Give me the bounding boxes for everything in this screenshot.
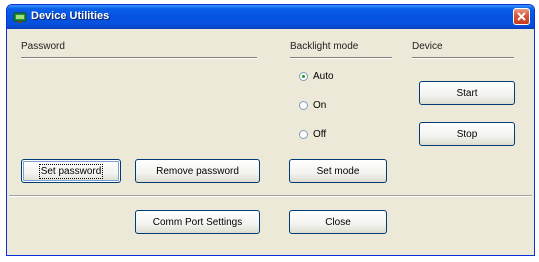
radio-auto-label: Auto: [313, 71, 334, 82]
close-button-label: Close: [325, 216, 351, 228]
app-icon: [13, 10, 27, 24]
window-title: Device Utilities: [31, 10, 110, 22]
footer-separator: [9, 195, 532, 197]
title-bar[interactable]: Device Utilities: [7, 5, 534, 29]
device-utilities-window: Device Utilities Password Backlight mode…: [6, 4, 535, 256]
radio-circle: [299, 130, 308, 139]
start-button[interactable]: Start: [419, 81, 515, 105]
stop-button[interactable]: Stop: [419, 122, 515, 146]
close-button[interactable]: Close: [289, 210, 387, 234]
device-group-label: Device: [412, 41, 443, 52]
set-password-button-label: Set password: [38, 163, 104, 179]
set-mode-button[interactable]: Set mode: [289, 159, 387, 183]
stop-button-label: Stop: [456, 128, 478, 140]
comm-port-settings-button-label: Comm Port Settings: [152, 216, 243, 228]
device-group-line: [412, 57, 514, 59]
start-button-label: Start: [456, 87, 478, 99]
password-group-label: Password: [21, 41, 65, 52]
comm-port-settings-button[interactable]: Comm Port Settings: [135, 210, 260, 234]
password-group-line: [21, 57, 257, 59]
backlight-group-line: [290, 57, 392, 59]
radio-circle: [299, 101, 308, 110]
set-mode-button-label: Set mode: [316, 165, 360, 177]
backlight-group-label: Backlight mode: [290, 41, 359, 52]
radio-selected-dot: [302, 75, 305, 78]
close-icon: [517, 12, 526, 21]
set-password-button[interactable]: Set password: [21, 159, 121, 183]
remove-password-button-label: Remove password: [156, 165, 239, 177]
radio-circle: [299, 72, 308, 81]
radio-on-label: On: [313, 100, 327, 111]
close-window-button[interactable]: [513, 8, 530, 25]
remove-password-button[interactable]: Remove password: [135, 159, 260, 183]
radio-off-label: Off: [313, 129, 327, 140]
